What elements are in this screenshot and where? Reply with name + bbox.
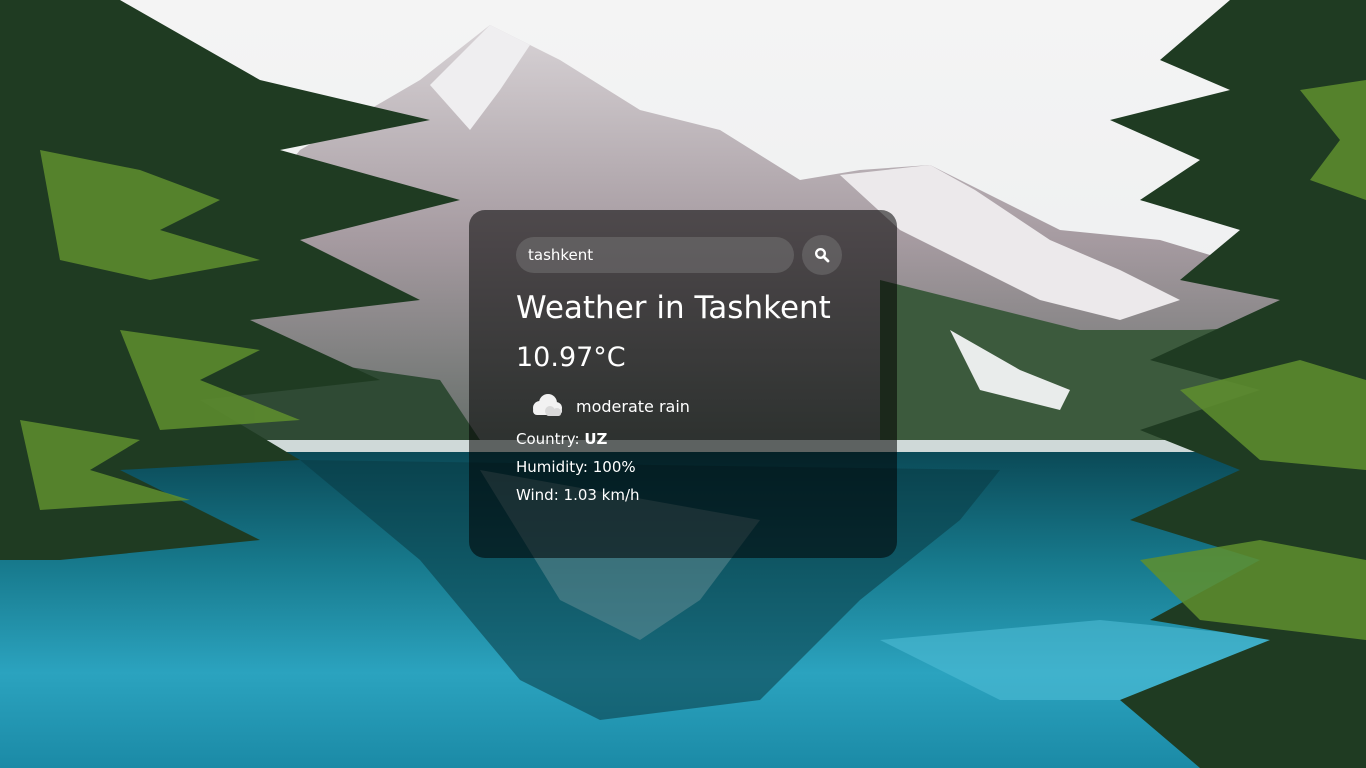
country-label: Country: <box>516 429 585 448</box>
weather-condition: moderate rain <box>516 391 850 423</box>
search-input[interactable] <box>516 237 794 273</box>
search-icon <box>814 247 830 263</box>
humidity: Humidity: 100% <box>516 457 636 476</box>
wind: Wind: 1.03 km/h <box>516 485 640 504</box>
temperature: 10.97°C <box>516 342 626 374</box>
weather-description: moderate rain <box>576 397 690 417</box>
search-button[interactable] <box>802 235 842 275</box>
weather-card: Weather in Tashkent 10.97°C moderate rai… <box>469 210 897 558</box>
country-row: Country: UZ <box>516 429 850 449</box>
search-bar <box>516 235 850 275</box>
cloud-rain-icon <box>533 393 562 416</box>
city-title: Weather in Tashkent <box>516 290 831 326</box>
country-value: UZ <box>584 429 608 448</box>
